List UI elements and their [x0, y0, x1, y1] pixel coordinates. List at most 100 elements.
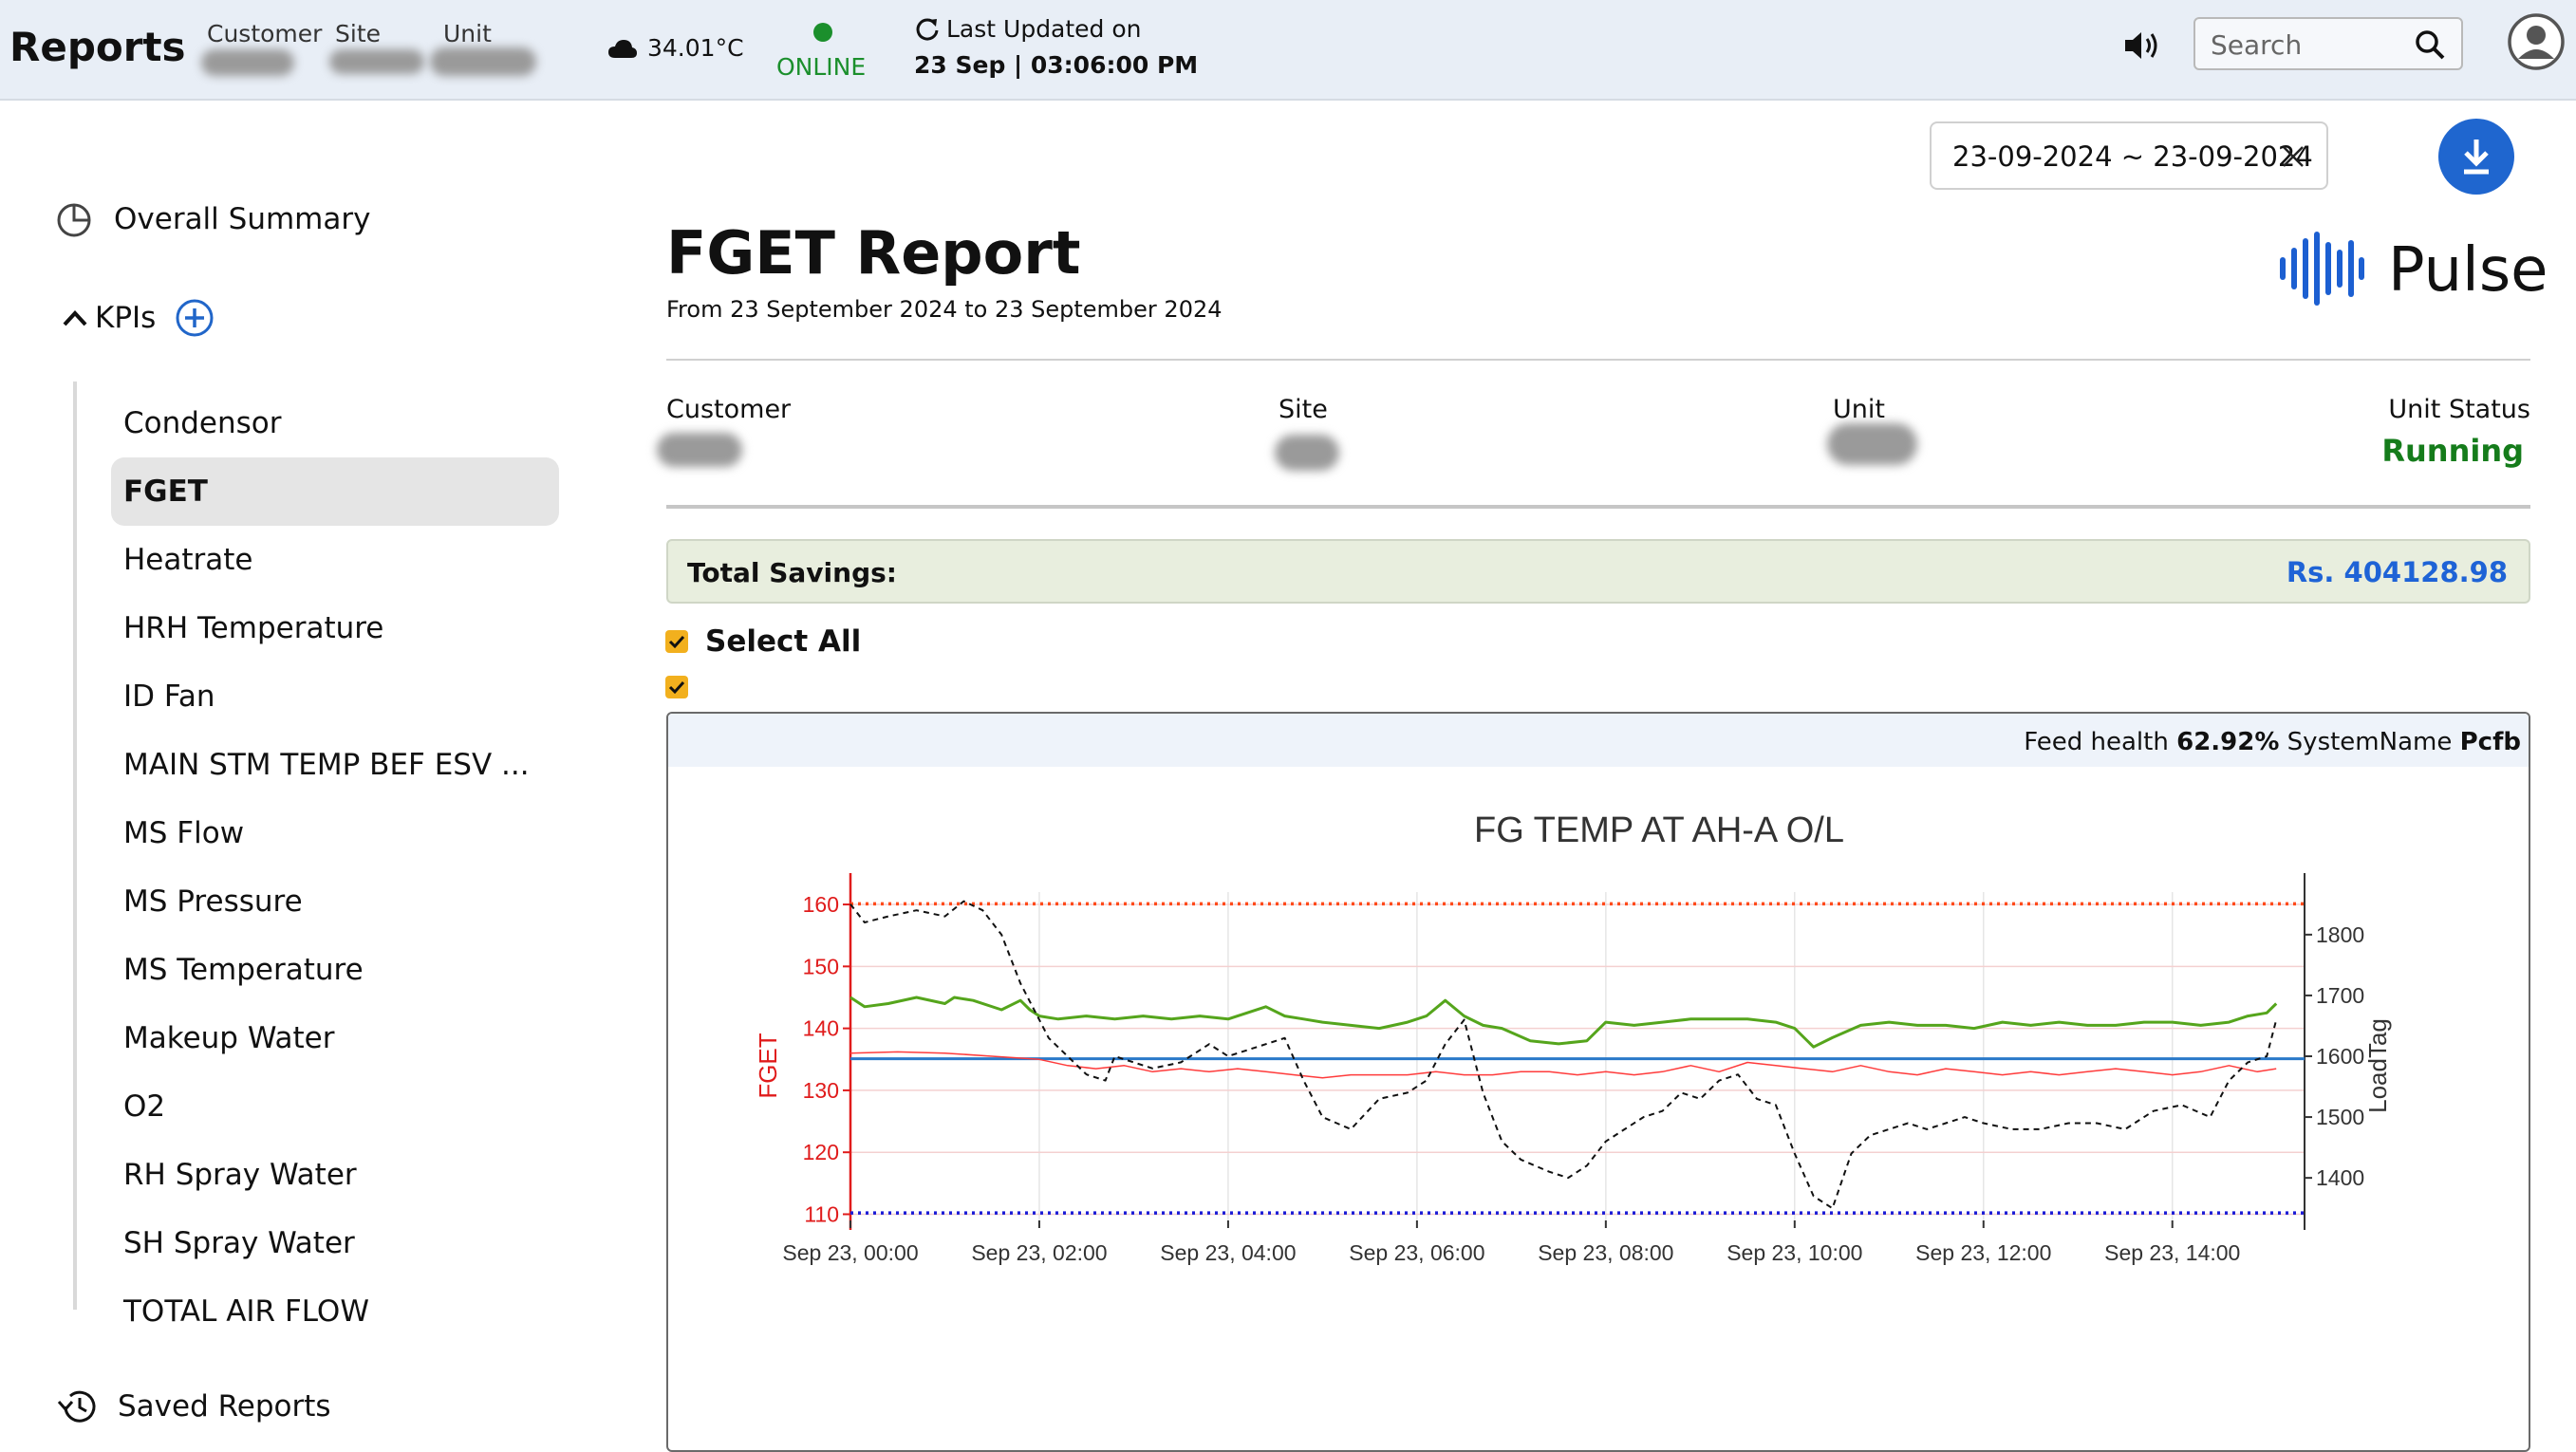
- temperature-value: 34.01°C: [647, 34, 744, 62]
- chart-x-tick-label: Sep 23, 06:00: [1349, 1240, 1484, 1265]
- customer-value-redacted: [201, 49, 294, 76]
- chart-x-tick-label: Sep 23, 02:00: [971, 1240, 1107, 1265]
- kpis-label: KPIs: [95, 301, 157, 335]
- checkmark-icon: [668, 680, 685, 695]
- chart-right-tick-label: 1500: [2316, 1105, 2364, 1129]
- sidebar-item-hrh-temperature[interactable]: HRH Temperature: [111, 594, 559, 662]
- refresh-icon[interactable]: [914, 16, 941, 43]
- chart-left-axis-label: FGET: [754, 1033, 782, 1098]
- chart-right-tick-label: 1800: [2316, 922, 2364, 947]
- feed-health-label: Feed health: [2024, 728, 2169, 756]
- kpi-list-guide: [73, 382, 77, 1310]
- total-savings-value: Rs. 404128.98: [2286, 556, 2508, 588]
- kpi-label: TOTAL AIR FLOW: [123, 1294, 369, 1329]
- kpi-label: FGET: [123, 475, 208, 509]
- chart-right-tick-label: 1400: [2316, 1165, 2364, 1190]
- sidebar-item-ms-temperature[interactable]: MS Temperature: [111, 936, 559, 1004]
- chart-x-tick-label: Sep 23, 04:00: [1160, 1240, 1296, 1265]
- close-icon[interactable]: [2281, 144, 2305, 169]
- chart-left-tick-label: 160: [803, 892, 839, 917]
- sidebar-item-main-stm-temp[interactable]: MAIN STM TEMP BEF ESV ...: [111, 731, 559, 799]
- customer-label: Customer: [207, 20, 323, 47]
- search-box[interactable]: [2193, 17, 2463, 70]
- report-unit-label: Unit: [1833, 395, 1885, 424]
- select-all-checkbox[interactable]: [665, 630, 688, 653]
- sidebar-item-ms-flow[interactable]: MS Flow: [111, 799, 559, 867]
- search-icon[interactable]: [2414, 28, 2446, 61]
- chart-left-tick-label: 110: [804, 1201, 839, 1226]
- feed-health-info: Feed health 62.92% SystemName Pcfb: [2024, 728, 2521, 756]
- sidebar-item-sh-spray-water[interactable]: SH Spray Water: [111, 1209, 559, 1277]
- report-customer-value-redacted: [657, 433, 742, 467]
- chart-right-tick-label: 1600: [2316, 1044, 2364, 1069]
- sidebar-item-o2[interactable]: O2: [111, 1072, 559, 1141]
- chevron-up-icon[interactable]: [63, 308, 87, 327]
- kpi-label: MS Flow: [123, 816, 245, 850]
- chart-x-tick-label: Sep 23, 12:00: [1915, 1240, 2051, 1265]
- top-header: Reports Customer Site Unit 34.01°C ONLIN…: [0, 0, 2576, 101]
- site-label: Site: [335, 20, 381, 47]
- unit-status-label: Unit Status: [2388, 395, 2530, 424]
- sidebar-item-fget[interactable]: FGET: [111, 457, 559, 526]
- kpi-label: Heatrate: [123, 543, 253, 577]
- chart-x-tick-label: Sep 23, 10:00: [1727, 1240, 1862, 1265]
- kpi-label: MS Temperature: [123, 953, 364, 987]
- divider: [666, 505, 2530, 509]
- total-savings-label: Total Savings:: [687, 557, 897, 588]
- last-updated-value: 23 Sep | 03:06:00 PM: [914, 51, 1199, 79]
- chart-series-line-1: [849, 1051, 2277, 1079]
- pulse-logo-text: Pulse: [2388, 235, 2548, 306]
- divider: [666, 359, 2530, 361]
- report-site-label: Site: [1279, 395, 1328, 424]
- sidebar-item-makeup-water[interactable]: Makeup Water: [111, 1004, 559, 1072]
- pie-chart-icon: [57, 203, 91, 237]
- kpis-section-toggle[interactable]: KPIs: [63, 298, 215, 338]
- sidebar-item-overall-summary[interactable]: Overall Summary: [55, 200, 370, 238]
- search-input[interactable]: [2209, 28, 2402, 61]
- speaker-icon[interactable]: [2122, 28, 2160, 66]
- report-title: FGET Report: [666, 218, 1081, 288]
- chart-card: Feed health 62.92% SystemName Pcfb FG TE…: [666, 712, 2530, 1452]
- unit-status-value: Running: [2381, 433, 2524, 469]
- checkmark-icon: [668, 635, 685, 649]
- kpi-label: Makeup Water: [123, 1021, 335, 1055]
- weather-widget: 34.01°C: [607, 34, 744, 62]
- sidebar-item-ms-pressure[interactable]: MS Pressure: [111, 867, 559, 936]
- unit-value-redacted: [430, 47, 536, 76]
- sidebar-item-rh-spray-water[interactable]: RH Spray Water: [111, 1141, 559, 1209]
- system-name-label: SystemName: [2287, 728, 2453, 756]
- kpi-label: ID Fan: [123, 679, 215, 714]
- chart-title: FG TEMP AT AH-A O/L: [1474, 810, 1844, 850]
- chart-x-tick-label: Sep 23, 00:00: [782, 1240, 918, 1265]
- kpi-label: MS Pressure: [123, 884, 303, 919]
- chart-left-tick-label: 130: [803, 1078, 839, 1103]
- user-avatar-icon[interactable]: [2506, 11, 2567, 76]
- sidebar-item-condensor[interactable]: Condensor: [111, 389, 559, 457]
- sidebar-item-id-fan[interactable]: ID Fan: [111, 662, 559, 731]
- chart-checkbox[interactable]: [665, 676, 688, 698]
- pulse-logo-icon: [2278, 232, 2365, 309]
- chart-series-line-0: [849, 996, 2278, 1049]
- total-savings-bar: Total Savings: Rs. 404128.98: [666, 539, 2530, 604]
- saved-reports-label: Saved Reports: [118, 1389, 331, 1424]
- date-range-picker[interactable]: 23-09-2024 ~ 23-09-2024: [1930, 121, 2328, 190]
- site-value-redacted: [329, 49, 424, 74]
- download-button[interactable]: [2438, 119, 2514, 195]
- unit-label: Unit: [443, 20, 492, 47]
- overall-summary-label: Overall Summary: [114, 202, 371, 236]
- report-site-value-redacted: [1275, 435, 1339, 471]
- sidebar-item-saved-reports[interactable]: Saved Reports: [57, 1387, 331, 1425]
- sidebar-item-total-air-flow[interactable]: TOTAL AIR FLOW: [111, 1277, 559, 1346]
- kpi-label: Condensor: [123, 406, 282, 440]
- last-updated-label-text: Last Updated on: [946, 15, 1142, 43]
- chart-left-tick-label: 120: [803, 1140, 839, 1164]
- online-status-text: ONLINE: [776, 53, 867, 81]
- report-subtitle: From 23 September 2024 to 23 September 2…: [666, 296, 1223, 323]
- app-title: Reports: [9, 24, 186, 70]
- history-icon: [57, 1390, 96, 1423]
- sidebar-item-heatrate[interactable]: Heatrate: [111, 526, 559, 594]
- system-name-value: Pcfb: [2459, 728, 2521, 756]
- chart-left-tick-label: 150: [803, 954, 839, 978]
- feed-health-bar: Feed health 62.92% SystemName Pcfb: [668, 714, 2529, 767]
- add-kpi-icon[interactable]: [175, 298, 215, 338]
